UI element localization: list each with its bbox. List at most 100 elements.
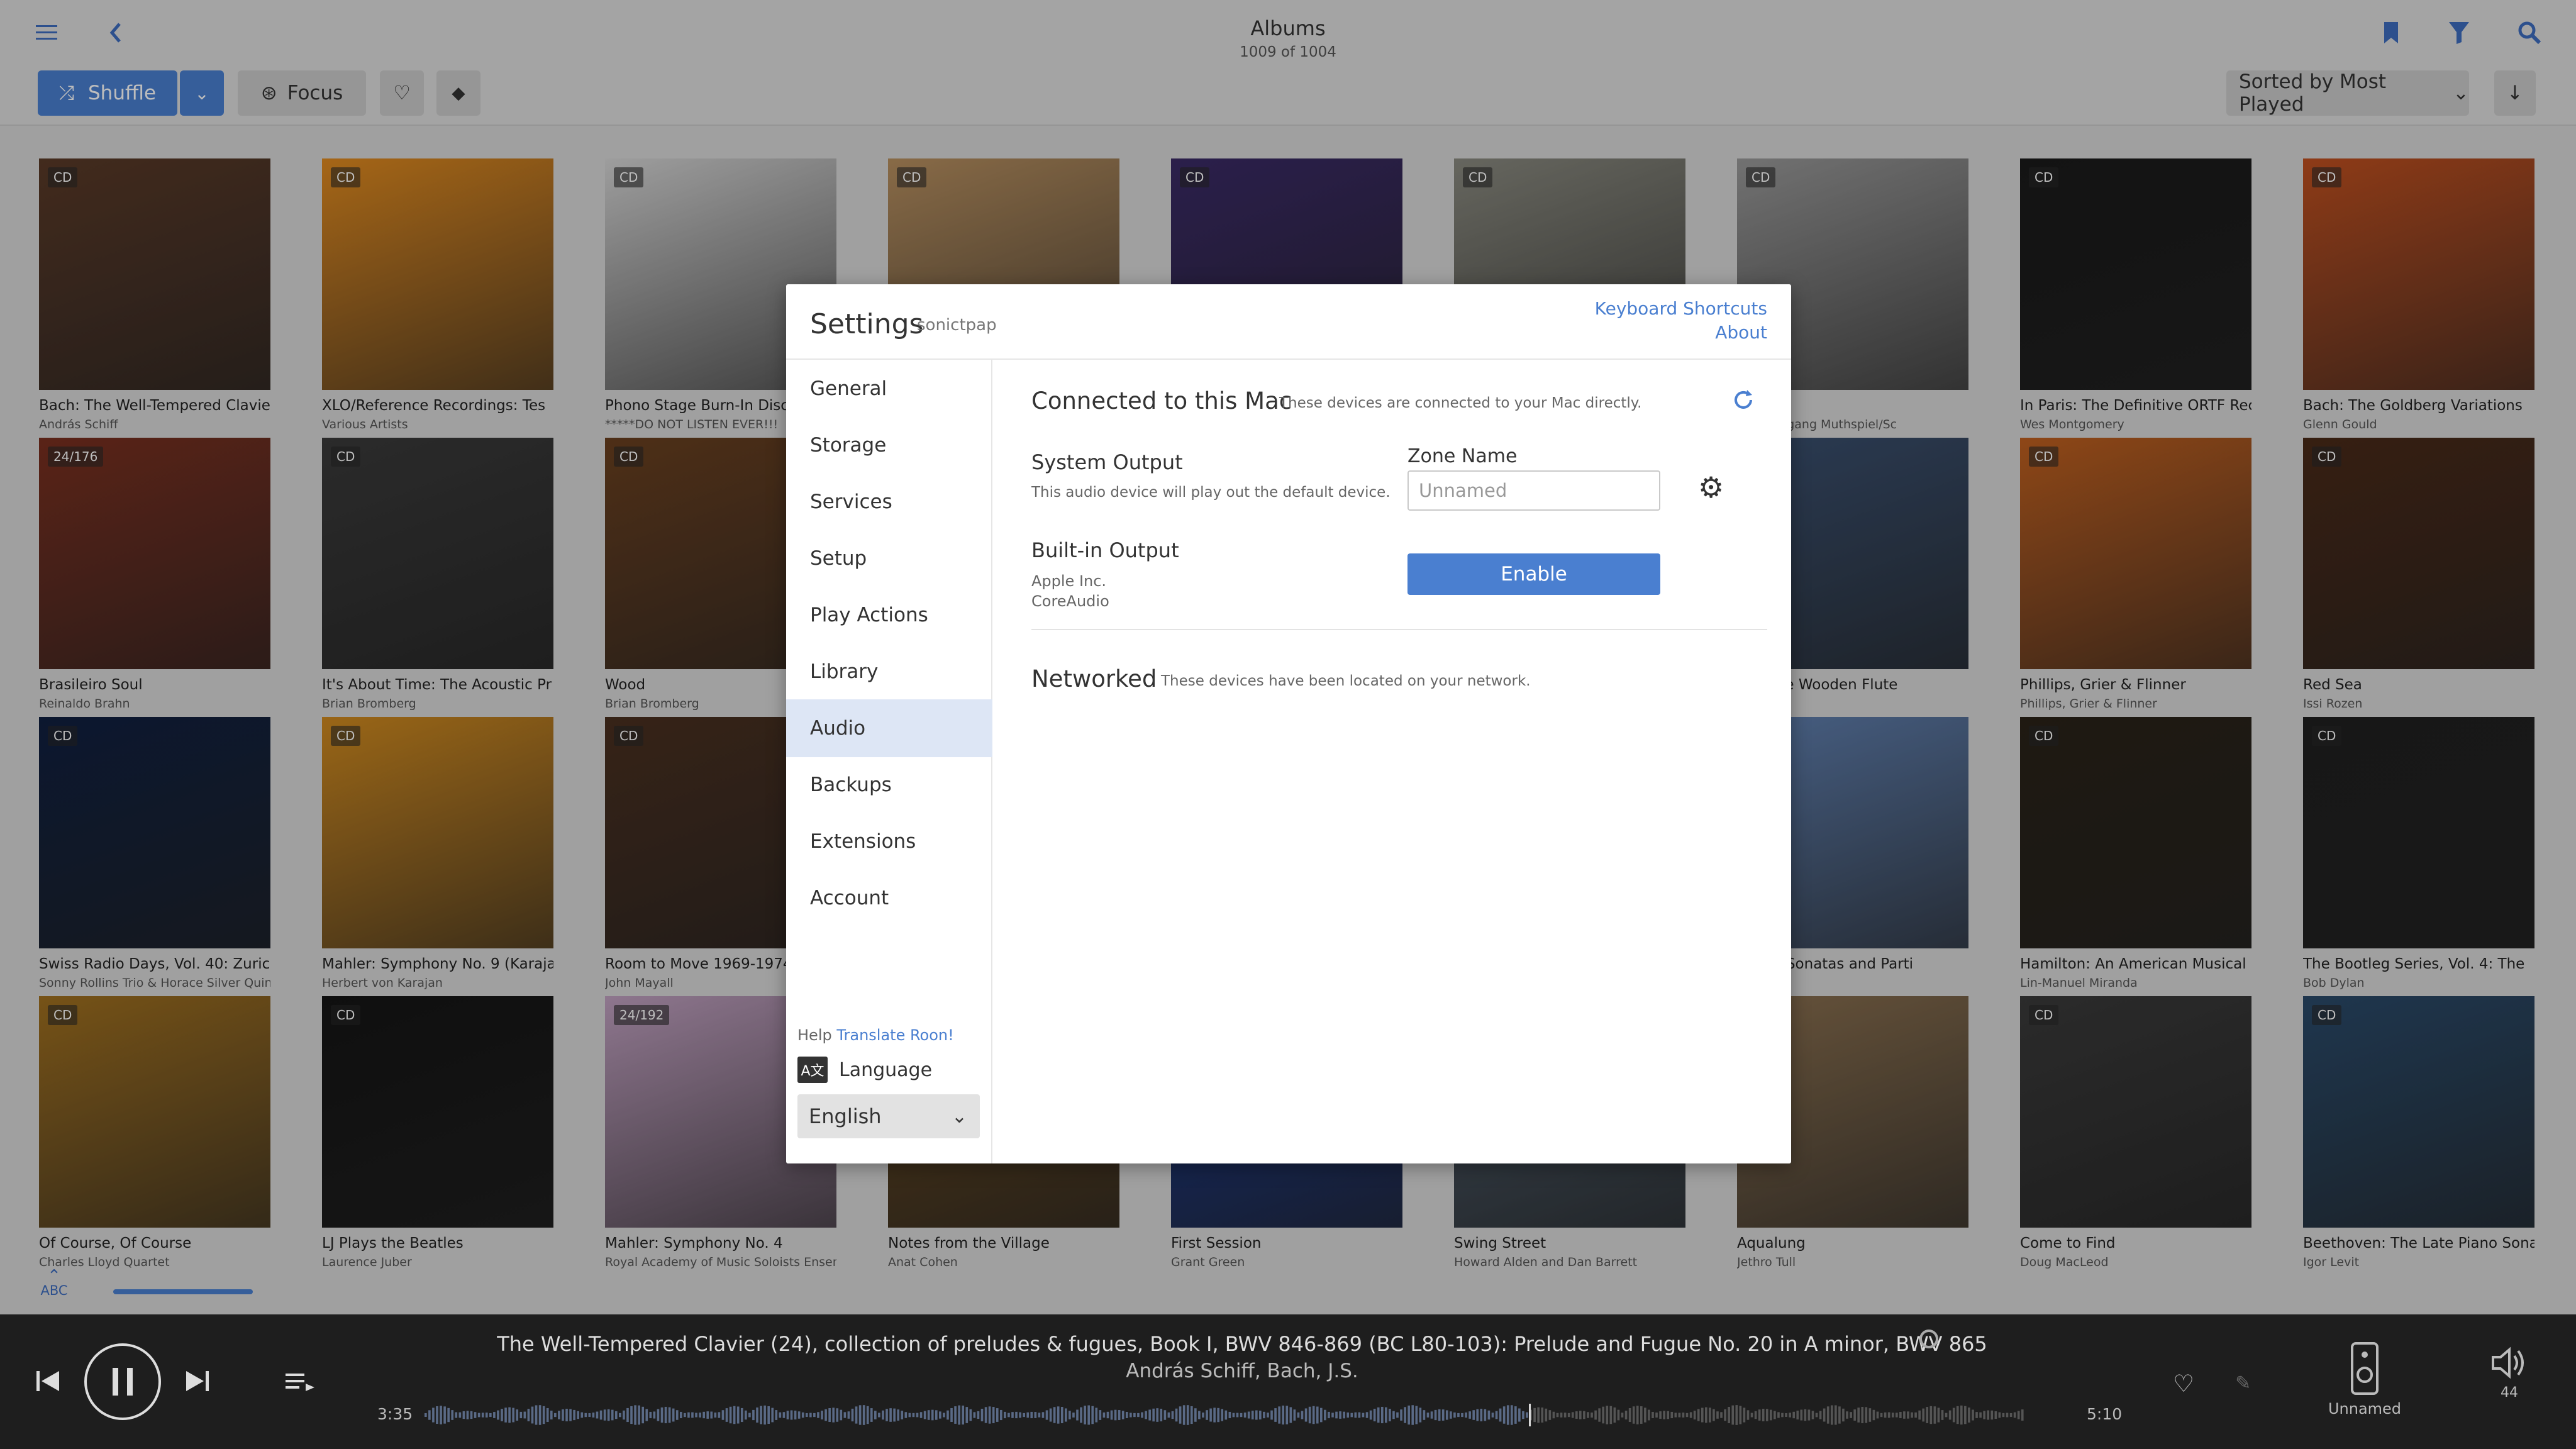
waveform-bar	[1145, 1411, 1147, 1419]
volume-control[interactable]: 44	[2484, 1346, 2534, 1401]
waveform-bar	[451, 1410, 454, 1420]
waveform-bar	[786, 1411, 789, 1419]
nav-extensions[interactable]: Extensions	[786, 813, 992, 870]
waveform-bar	[481, 1413, 484, 1418]
waveform-bar	[512, 1407, 515, 1423]
waveform-bar	[1335, 1411, 1338, 1419]
waveform-bar	[828, 1407, 831, 1423]
waveform-bar	[1933, 1406, 1936, 1424]
nav-backups[interactable]: Backups	[786, 756, 992, 814]
waveform-bar	[436, 1406, 438, 1424]
refresh-icon[interactable]	[1731, 387, 1756, 413]
settings-gear-icon[interactable]: ⚙	[1698, 470, 1724, 504]
waveform-bar	[1175, 1408, 1178, 1422]
nav-play-actions[interactable]: Play Actions	[786, 586, 992, 644]
nav-audio[interactable]: Audio	[786, 699, 992, 757]
previous-track-icon[interactable]	[35, 1368, 60, 1396]
waveform-bar	[485, 1413, 488, 1418]
waveform-bar	[1941, 1410, 1944, 1420]
waveform-bar	[1567, 1413, 1570, 1418]
waveform-bar	[2017, 1411, 2020, 1419]
waveform-bar	[1102, 1412, 1106, 1418]
waveform-bar	[710, 1411, 713, 1419]
waveform-bar	[1689, 1412, 1692, 1418]
waveform-bar	[695, 1413, 697, 1418]
nav-library[interactable]: Library	[786, 643, 992, 701]
waveform-bar	[1182, 1405, 1185, 1425]
waveform-bar	[813, 1413, 816, 1418]
language-label: Language	[839, 1058, 933, 1081]
waveform-bar	[1186, 1405, 1189, 1425]
waveform-bar	[1396, 1412, 1399, 1418]
system-output-label: System Output	[1031, 450, 1183, 474]
waveform-bar	[1842, 1408, 1845, 1422]
pin-icon[interactable]: ✎	[2235, 1372, 2251, 1394]
favorite-heart-icon[interactable]: ♡	[2173, 1370, 2194, 1397]
waveform-bar	[1480, 1408, 1483, 1422]
waveform-bar	[2013, 1412, 2016, 1418]
waveform-bar	[1770, 1409, 1772, 1421]
waveform-bar	[2002, 1413, 2005, 1418]
waveform-bar	[1914, 1412, 1917, 1418]
waveform-bar	[977, 1411, 980, 1419]
waveform-bar	[425, 1413, 427, 1417]
waveform-bar	[1510, 1405, 1513, 1425]
waveform-bar	[1720, 1412, 1723, 1418]
waveform-bar	[2006, 1413, 2009, 1418]
waveform-bar	[1453, 1412, 1456, 1418]
zone-picker[interactable]: Unnamed	[2327, 1342, 2402, 1418]
now-playing-artists[interactable]: András Schiff, Bach, J.S.	[440, 1360, 2044, 1382]
waveform-seekbar[interactable]	[425, 1404, 2025, 1426]
waveform-bar	[516, 1409, 519, 1421]
translate-roon-link[interactable]: Translate Roon!	[836, 1026, 953, 1044]
keyboard-shortcuts-link[interactable]: Keyboard Shortcuts	[1595, 298, 1767, 319]
waveform-bar	[1259, 1411, 1262, 1419]
waveform-bar	[1304, 1408, 1307, 1422]
waveform-bar	[1774, 1411, 1776, 1419]
waveform-bar	[1850, 1412, 1852, 1418]
waveform-bar	[1373, 1408, 1376, 1422]
waveform-bar	[870, 1408, 873, 1422]
waveform-bar	[1130, 1413, 1132, 1418]
waveform-bar	[1929, 1406, 1933, 1424]
waveform-bar	[1465, 1412, 1467, 1418]
waveform-bar	[1652, 1411, 1654, 1419]
nav-general[interactable]: General	[786, 360, 992, 418]
waveform-bar	[1815, 1413, 1818, 1418]
waveform-bar	[1785, 1413, 1787, 1418]
waveform-bar	[824, 1409, 827, 1421]
waveform-bar	[1472, 1410, 1475, 1420]
nav-storage[interactable]: Storage	[786, 416, 992, 474]
waveform-bar	[1713, 1409, 1715, 1421]
waveform-bar	[1045, 1410, 1048, 1420]
waveform-bar	[950, 1407, 953, 1423]
pause-button[interactable]	[84, 1343, 161, 1420]
nav-account[interactable]: Account	[786, 869, 992, 927]
waveform-bar	[1217, 1407, 1220, 1423]
waveform-bar	[531, 1406, 534, 1424]
now-playing-title[interactable]: The Well-Tempered Clavier (24), collecti…	[440, 1332, 2044, 1356]
waveform-bar	[1209, 1408, 1212, 1422]
waveform-bar	[1476, 1409, 1479, 1421]
about-link[interactable]: About	[1715, 322, 1767, 343]
language-select[interactable]: English ⌄	[797, 1094, 980, 1138]
waveform-bar	[851, 1408, 854, 1422]
nav-setup[interactable]: Setup	[786, 530, 992, 587]
waveform-bar	[969, 1409, 972, 1421]
waveform-bar	[565, 1408, 568, 1422]
zone-name-input[interactable]: Unnamed	[1407, 470, 1660, 511]
queue-icon[interactable]	[284, 1370, 316, 1397]
enable-button[interactable]: Enable	[1407, 553, 1660, 595]
waveform-bar	[1076, 1409, 1079, 1421]
waveform-bar	[1198, 1411, 1201, 1419]
waveform-bar	[504, 1407, 507, 1423]
next-track-icon[interactable]	[185, 1368, 210, 1396]
nav-services[interactable]: Services	[786, 473, 992, 531]
signal-path-icon[interactable]	[1919, 1330, 1938, 1348]
waveform-bar	[1270, 1410, 1273, 1420]
waveform-bar	[1041, 1412, 1045, 1418]
waveform-bar	[1171, 1411, 1174, 1419]
waveform-bar	[1343, 1411, 1345, 1419]
waveform-bar	[660, 1407, 663, 1423]
waveform-bar	[943, 1413, 945, 1418]
